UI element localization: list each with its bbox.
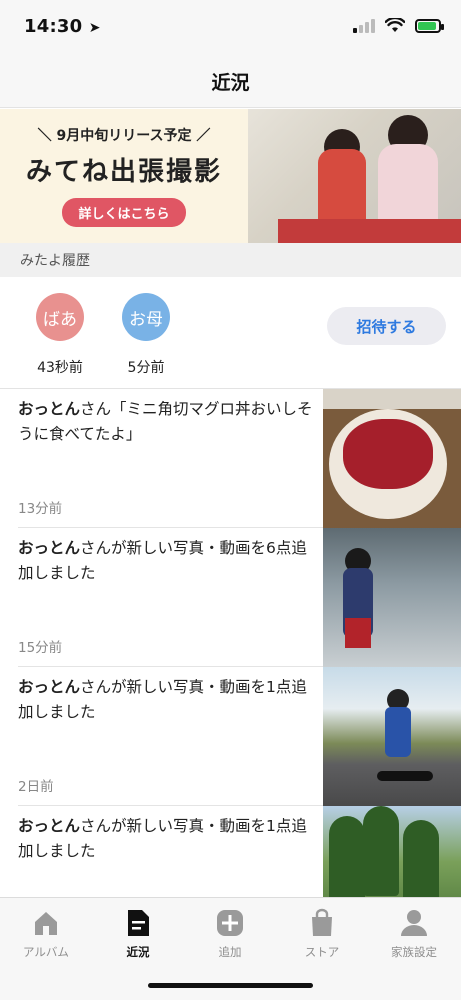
visitor-item[interactable]: ばあ 43秒前 bbox=[20, 293, 100, 377]
feed-time: 2日前 bbox=[18, 779, 54, 795]
home-icon bbox=[31, 908, 61, 938]
visit-history-header: みたよ履歴 bbox=[0, 243, 461, 277]
avatar: ばあ bbox=[36, 293, 84, 341]
banner-details-button[interactable]: 詳しくはこちら bbox=[62, 198, 186, 227]
activity-feed: おっとんさん「ミニ角切マグロ丼おいしそうに食べてたよ」 13分前 おっとんさんが… bbox=[0, 389, 461, 897]
document-icon bbox=[123, 908, 153, 938]
banner-title: みてね出張撮影 bbox=[25, 157, 222, 187]
feed-message: おっとんさんが新しい写真・動画を1点追加しました bbox=[18, 675, 318, 725]
bag-icon bbox=[307, 908, 337, 938]
feed-message: おっとんさんが新しい写真・動画を6点追加しました bbox=[18, 536, 318, 586]
visitor-time: 5分前 bbox=[127, 360, 165, 376]
status-time: 14:30 ➤ bbox=[24, 16, 101, 37]
feed-item[interactable]: おっとんさんが新しい写真・動画を1点追加しました bbox=[0, 806, 461, 897]
signal-icon bbox=[353, 18, 375, 33]
status-time-text: 14:30 bbox=[24, 16, 83, 37]
status-indicators bbox=[353, 18, 444, 33]
tab-album[interactable]: アルバム bbox=[0, 908, 92, 960]
home-indicator[interactable] bbox=[148, 983, 313, 988]
status-bar: 14:30 ➤ bbox=[0, 0, 461, 56]
feed-thumbnail[interactable] bbox=[323, 528, 461, 667]
feed-user: おっとん bbox=[18, 678, 81, 696]
feed-thumbnail[interactable] bbox=[323, 389, 461, 528]
visitors-row: ばあ 43秒前 お母 5分前 招待する bbox=[0, 277, 461, 389]
location-arrow-icon: ➤ bbox=[88, 20, 101, 36]
feed-thumbnail[interactable] bbox=[323, 667, 461, 806]
tab-add[interactable]: 追加 bbox=[184, 908, 276, 960]
feed-message: おっとんさん「ミニ角切マグロ丼おいしそうに食べてたよ」 bbox=[18, 397, 318, 447]
feed-item[interactable]: おっとんさんが新しい写真・動画を6点追加しました 15分前 bbox=[0, 528, 461, 667]
tab-label: アルバム bbox=[23, 945, 69, 959]
feed-time: 13分前 bbox=[18, 501, 63, 517]
tab-label: 家族設定 bbox=[391, 945, 437, 959]
promo-banner[interactable]: ＼ 9月中旬リリース予定 ／ みてね出張撮影 詳しくはこちら bbox=[0, 109, 461, 243]
tab-label: 近況 bbox=[126, 945, 150, 959]
avatar: お母 bbox=[122, 293, 170, 341]
person-icon bbox=[399, 908, 429, 938]
feed-thumbnail[interactable] bbox=[323, 806, 461, 897]
feed-time: 15分前 bbox=[18, 640, 63, 656]
tab-recent[interactable]: 近況 bbox=[92, 908, 184, 960]
nav-header: 近況 bbox=[0, 56, 461, 108]
visit-history-title: みたよ履歴 bbox=[20, 253, 90, 269]
banner-pre-text: ＼ 9月中旬リリース予定 ／ bbox=[37, 128, 211, 144]
visitor-item[interactable]: お母 5分前 bbox=[106, 293, 186, 377]
battery-icon bbox=[415, 18, 444, 33]
banner-text-area: ＼ 9月中旬リリース予定 ／ みてね出張撮影 詳しくはこちら bbox=[0, 109, 248, 243]
wifi-icon bbox=[385, 18, 405, 32]
feed-user: おっとん bbox=[18, 817, 81, 835]
banner-photo bbox=[248, 109, 461, 243]
feed-item[interactable]: おっとんさん「ミニ角切マグロ丼おいしそうに食べてたよ」 13分前 bbox=[0, 389, 461, 528]
tab-store[interactable]: ストア bbox=[276, 908, 368, 960]
tab-label: ストア bbox=[304, 945, 340, 959]
feed-user: おっとん bbox=[18, 400, 81, 418]
tab-label: 追加 bbox=[218, 945, 242, 959]
invite-button[interactable]: 招待する bbox=[327, 307, 446, 345]
feed-item[interactable]: おっとんさんが新しい写真・動画を1点追加しました 2日前 bbox=[0, 667, 461, 806]
tab-family-settings[interactable]: 家族設定 bbox=[368, 908, 460, 960]
page-title: 近況 bbox=[211, 72, 250, 94]
visitor-time: 43秒前 bbox=[37, 360, 83, 376]
plus-icon bbox=[215, 908, 245, 938]
feed-message: おっとんさんが新しい写真・動画を1点追加しました bbox=[18, 814, 318, 864]
feed-user: おっとん bbox=[18, 539, 81, 557]
